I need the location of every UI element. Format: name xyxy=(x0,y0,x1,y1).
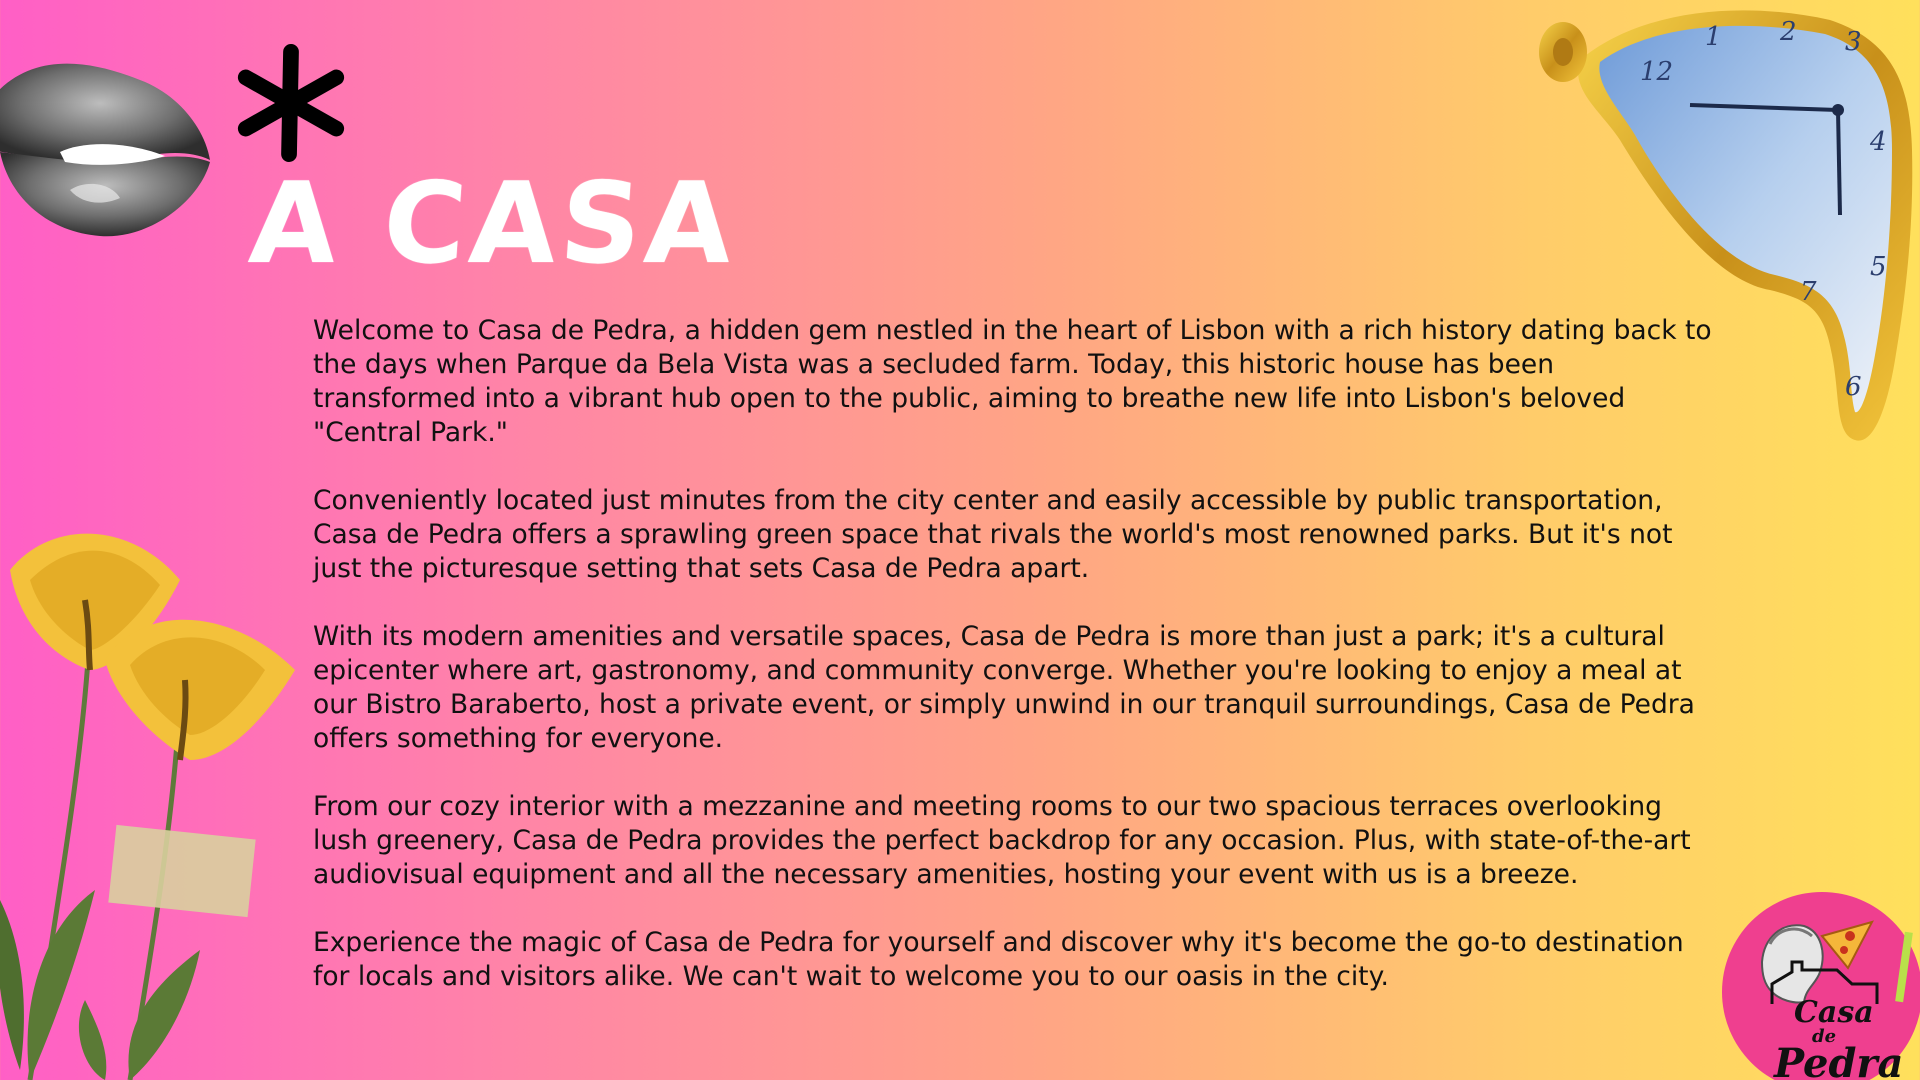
asterisk-icon xyxy=(237,44,345,162)
melting-clock-icon: 12 1 2 3 4 5 6 7 xyxy=(1539,10,1913,441)
paragraph: Conveniently located just minutes from t… xyxy=(313,485,1673,584)
clock-numeral: 7 xyxy=(1800,277,1817,307)
clock-numeral: 3 xyxy=(1845,27,1862,57)
clock-numeral: 2 xyxy=(1779,17,1797,47)
paragraph: Experience the magic of Casa de Pedra fo… xyxy=(313,927,1684,992)
logo-line-3: Pedra xyxy=(1773,1040,1903,1080)
page-title: A CASA xyxy=(245,159,741,289)
clock-numeral: 12 xyxy=(1640,57,1673,87)
logo-line-1: Casa xyxy=(1794,995,1874,1030)
clock-numeral: 5 xyxy=(1870,252,1887,282)
clock-numeral: 6 xyxy=(1845,372,1862,402)
paragraph: From our cozy interior with a mezzanine … xyxy=(313,791,1691,890)
clock-numeral: 4 xyxy=(1869,127,1887,157)
casa-de-pedra-logo: Casa de Pedra xyxy=(1722,892,1920,1080)
clock-numeral: 1 xyxy=(1705,22,1722,52)
paragraph: With its modern amenities and versatile … xyxy=(313,621,1695,754)
flowers-icon xyxy=(0,533,295,1080)
lips-icon xyxy=(0,63,210,237)
